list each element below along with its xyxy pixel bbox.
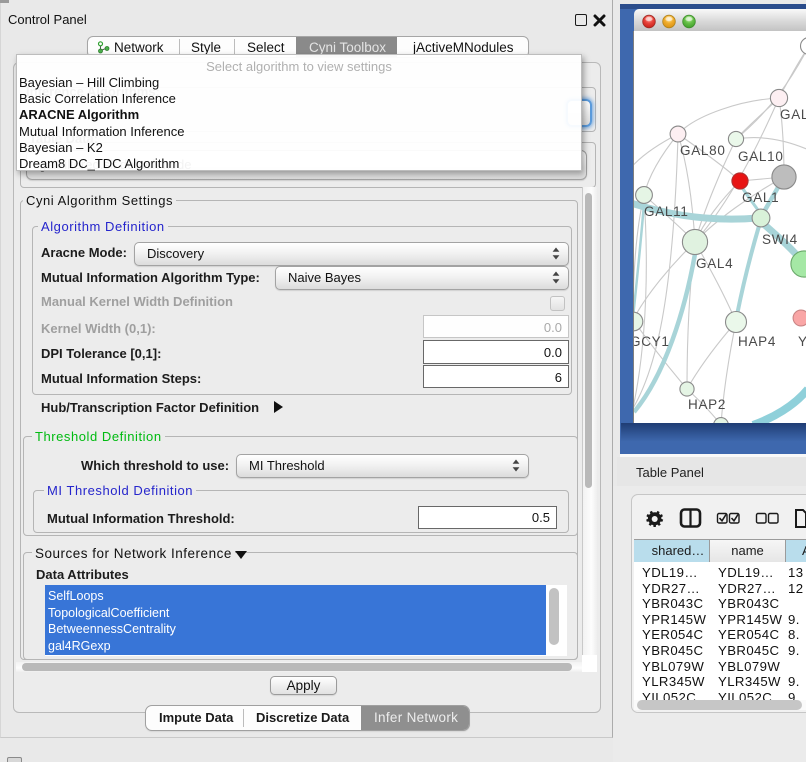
svg-text:GAL80: GAL80 [680,143,726,158]
svg-text:HAP4: HAP4 [738,334,776,349]
svg-text:HAP2: HAP2 [688,397,726,412]
svg-text:GAL10: GAL10 [738,149,784,164]
svg-text:SWI4: SWI4 [762,232,798,247]
svg-text:GAL2: GAL2 [780,107,806,122]
svg-text:GCY1: GCY1 [634,334,670,349]
svg-text:Y: Y [798,334,806,349]
svg-text:GAL4: GAL4 [696,256,733,271]
svg-text:GAL11: GAL11 [644,204,689,219]
svg-text:GAL1: GAL1 [742,190,779,205]
